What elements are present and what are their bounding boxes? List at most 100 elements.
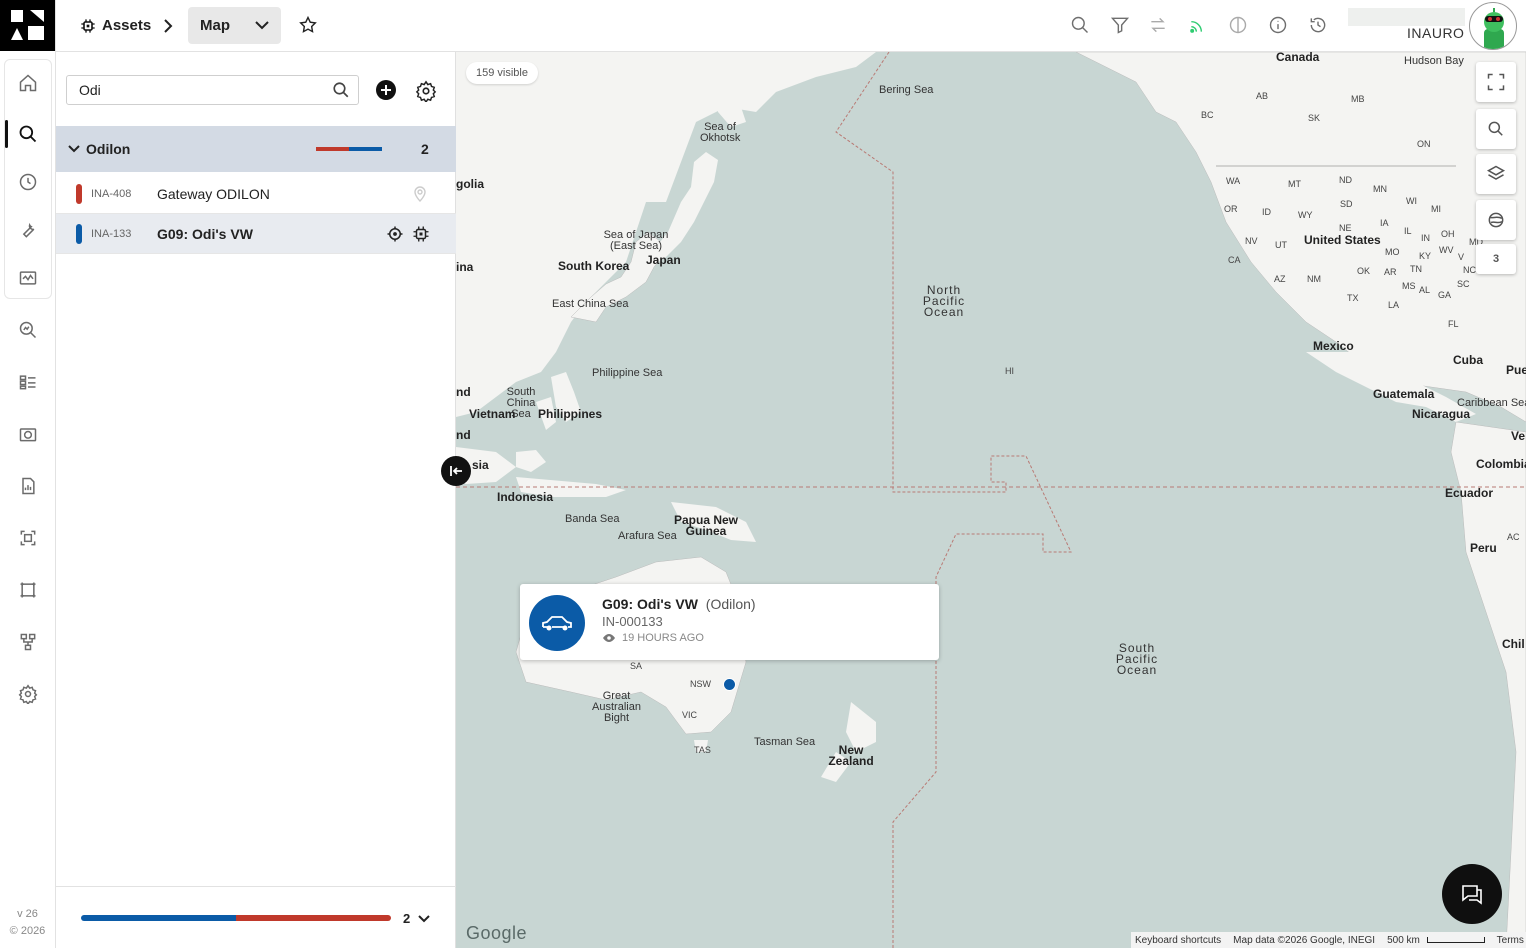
- chip-icon: [81, 18, 95, 33]
- location-pin-icon[interactable]: [413, 186, 427, 202]
- map-scale[interactable]: 500 km: [1387, 935, 1485, 946]
- history-icon[interactable]: [1308, 15, 1328, 35]
- map-label-united-states: United States: [1304, 233, 1381, 247]
- map-base-layer: [456, 52, 1526, 948]
- terms-link[interactable]: Terms: [1497, 935, 1524, 946]
- report-icon[interactable]: [8, 466, 48, 506]
- map-label-ok: OK: [1357, 266, 1371, 276]
- map-label-new-zealand: New Zealand: [828, 743, 874, 768]
- map-label-ms: MS: [1402, 281, 1416, 291]
- map-label-nsw: NSW: [690, 679, 711, 689]
- globe-button[interactable]: [1476, 200, 1516, 240]
- search-icon[interactable]: [8, 114, 48, 154]
- map-label-mongolia: golia: [456, 177, 485, 191]
- map-label-on: ON: [1417, 139, 1431, 149]
- geofence-icon[interactable]: [8, 570, 48, 610]
- signal-icon[interactable]: [1188, 15, 1208, 35]
- dashboard-icon[interactable]: [8, 362, 48, 402]
- chat-icon: [1462, 885, 1482, 905]
- map-label-thailand: nd: [456, 385, 471, 399]
- search-icon[interactable]: [332, 81, 350, 99]
- map-label-nv: NV: [1245, 236, 1258, 246]
- layers-button[interactable]: [1476, 154, 1516, 194]
- swap-icon[interactable]: [1148, 15, 1168, 35]
- list-item[interactable]: INA-408 Gateway ODILON: [56, 174, 456, 214]
- map-label-id: ID: [1262, 207, 1271, 217]
- chevron-down-icon[interactable]: [418, 914, 430, 924]
- chip-icon[interactable]: [412, 225, 430, 243]
- map-label-sk: SK: [1308, 113, 1321, 123]
- chevron-down-icon: [68, 145, 80, 153]
- gear-icon[interactable]: [415, 80, 437, 104]
- map-label-mexico: Mexico: [1313, 339, 1354, 353]
- avatar[interactable]: [1469, 2, 1517, 50]
- keyboard-shortcuts-link[interactable]: Keyboard shortcuts: [1135, 935, 1221, 946]
- map-label-land: nd: [456, 428, 471, 442]
- settings-icon[interactable]: [8, 674, 48, 714]
- hierarchy-icon[interactable]: [8, 622, 48, 662]
- asset-marker[interactable]: [723, 678, 736, 691]
- monitor-icon[interactable]: [8, 258, 48, 298]
- map-view[interactable]: Canada Hudson Bay Bering Sea Sea of Okho…: [456, 52, 1526, 948]
- map-label-mi: MI: [1431, 204, 1441, 214]
- locate-icon[interactable]: [386, 225, 404, 243]
- app-version: v 26: [17, 908, 38, 920]
- map-label-hudson-bay: Hudson Bay: [1404, 55, 1464, 67]
- chat-button[interactable]: [1442, 864, 1502, 924]
- search-icon[interactable]: [1070, 15, 1090, 35]
- map-label-la: LA: [1388, 300, 1400, 310]
- map-label-ca: CA: [1228, 255, 1241, 265]
- contrast-icon[interactable]: [1228, 15, 1248, 35]
- popup-last-seen-text: 19 HOURS AGO: [622, 632, 704, 644]
- map-label-wv: WV: [1439, 245, 1454, 255]
- search-input[interactable]: Odi: [66, 75, 359, 105]
- group-row-odilon[interactable]: Odilon 2: [56, 126, 456, 172]
- map-label-tas: TAS: [694, 745, 711, 755]
- map-label-mo: MO: [1385, 247, 1400, 257]
- globe-icon: [1488, 212, 1504, 228]
- panel-footer: 2: [56, 886, 456, 948]
- list-item[interactable]: INA-133 G09: Odi's VW: [56, 214, 456, 254]
- logo-icon: [11, 10, 44, 40]
- collapse-panel-button[interactable]: [441, 456, 471, 486]
- wrench-icon[interactable]: [8, 210, 48, 250]
- home-icon[interactable]: [8, 63, 48, 103]
- breadcrumb-assets-label: Assets: [102, 17, 152, 34]
- top-bar: Assets Map INAURO: [56, 0, 1526, 52]
- map-label-japan: Japan: [646, 253, 681, 267]
- map-scale-bar: [1426, 936, 1485, 943]
- map-label-south-pacific: South Pacific Ocean: [1115, 641, 1159, 677]
- org-banner: [1348, 8, 1465, 26]
- history-icon[interactable]: [8, 162, 48, 202]
- map-label-vic: VIC: [682, 710, 698, 720]
- view-selector[interactable]: Map: [188, 7, 281, 44]
- camera-icon[interactable]: [8, 414, 48, 454]
- fullscreen-button[interactable]: [1476, 62, 1516, 102]
- map-attribution: Map data ©2026 Google, INEGI: [1233, 934, 1376, 946]
- filter-icon[interactable]: [1110, 15, 1130, 35]
- map-label-puerto: Pue: [1506, 363, 1526, 377]
- map-label-banda-sea: Banda Sea: [565, 513, 620, 525]
- status-tag: [76, 224, 82, 244]
- map-label-north-pacific: North Pacific Ocean: [922, 283, 966, 319]
- analytics-icon[interactable]: [8, 310, 48, 350]
- map-search-button[interactable]: [1476, 109, 1516, 149]
- map-label-nm: NM: [1307, 274, 1321, 284]
- map-label-philippines: Philippines: [538, 407, 603, 421]
- breadcrumb-assets[interactable]: Assets: [80, 0, 151, 51]
- scan-icon[interactable]: [8, 518, 48, 558]
- map-label-bc: BC: [1201, 110, 1214, 120]
- asset-id: INA-133: [91, 227, 132, 240]
- layers-icon: [1486, 165, 1506, 180]
- asset-popup[interactable]: G09: Odi's VW (Odilon) IN-000133 19 HOUR…: [520, 584, 939, 660]
- map-label-wa: WA: [1226, 176, 1241, 186]
- app-logo[interactable]: [0, 0, 55, 51]
- search-icon: [1488, 121, 1503, 136]
- user-avatar-icon: [1484, 8, 1504, 49]
- info-icon[interactable]: [1268, 15, 1288, 35]
- map-label-ga: GA: [1438, 290, 1452, 300]
- map-label-ky: KY: [1419, 251, 1432, 261]
- star-icon[interactable]: [298, 15, 318, 35]
- add-button[interactable]: [376, 80, 396, 100]
- map-label-chile: Chil: [1502, 637, 1525, 651]
